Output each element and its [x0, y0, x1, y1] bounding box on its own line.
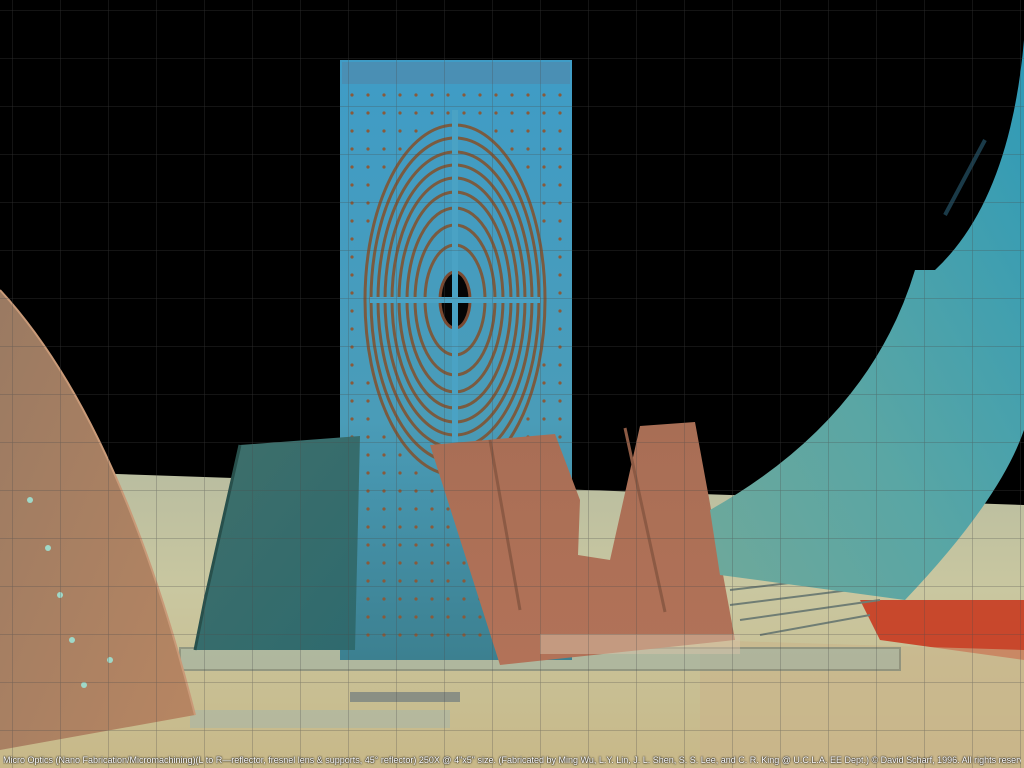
- micro-optics-scene: [0, 0, 1024, 768]
- image-caption: Micro Optics (Nano Fabrication/Micromach…: [3, 755, 1021, 765]
- micrograph-frame: Micro Optics (Nano Fabrication/Micromach…: [0, 0, 1024, 768]
- measurement-grid: [0, 0, 1024, 768]
